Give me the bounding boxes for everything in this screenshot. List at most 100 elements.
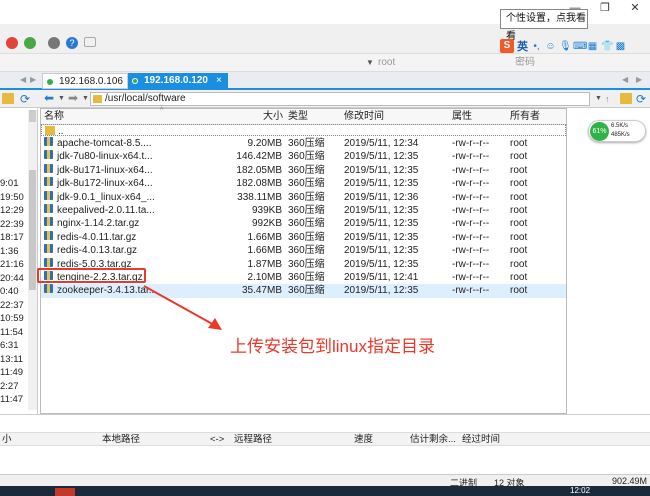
record-icon[interactable] <box>6 37 18 49</box>
table-row[interactable]: jdk-8u171-linux-x64... 182.05MB 360压缩 2019/… <box>41 163 566 177</box>
settings-tooltip: 个性设置，点我看看 <box>500 9 588 42</box>
lock-icon[interactable] <box>48 37 60 49</box>
table-row[interactable]: jdk-8u172-linux-x64... 182.08MB 360压缩 2019/… <box>41 177 566 190</box>
file-owner: root <box>510 258 528 270</box>
close-button[interactable]: ✕ <box>620 0 650 18</box>
tab-scroll-right-right-icon[interactable]: ▶ <box>636 75 642 84</box>
col-size[interactable]: 大小 <box>263 110 283 124</box>
restore-button[interactable]: ❐ <box>590 0 620 18</box>
toolbox-icon[interactable]: ▦ <box>587 41 598 52</box>
col-name[interactable]: 名称 <box>44 110 64 124</box>
taskbar-app-icon[interactable] <box>55 488 75 496</box>
file-owner: root <box>510 178 528 190</box>
file-name: redis-4.0.11.tar.gz <box>57 231 137 243</box>
file-type: 360压缩 <box>288 231 325 243</box>
back-icon[interactable]: ⬅ <box>44 91 54 105</box>
shell-icon[interactable] <box>24 37 36 49</box>
col-type[interactable]: 类型 <box>288 110 308 124</box>
file-name: apache-tomcat-8.5.... <box>57 138 152 149</box>
back-dropdown-icon[interactable]: ▼ <box>58 95 65 102</box>
file-mtime: 2019/5/11, 12:35 <box>344 178 419 190</box>
path-text: /usr/local/software <box>105 93 186 104</box>
file-mtime: 2019/5/11, 12:35 <box>344 151 419 163</box>
file-type: 360压缩 <box>288 205 325 216</box>
file-attr: -rw-r--r-- <box>452 138 490 149</box>
taskbar <box>0 486 650 496</box>
file-name: nginx-1.14.2.tar.gz <box>57 218 140 230</box>
table-row[interactable]: jdk-7u80-linux-x64.t... 146.42MB 360压缩 2019… <box>41 150 566 163</box>
file-size: 1.66MB <box>247 231 282 243</box>
table-row[interactable]: keepalived-2.0.11.ta... 939KB 360压缩 2019/5/… <box>41 204 566 217</box>
tab-label: 192.168.0.106 <box>59 76 123 87</box>
table-row[interactable]: redis-4.0.11.tar.gz 1.66MB 360压缩 2019/5/11,… <box>41 230 566 244</box>
xfer-col-remaining[interactable]: 估计剩余... <box>410 434 456 445</box>
forward-dropdown-icon[interactable]: ▼ <box>82 95 89 102</box>
local-file-time: 20:44 <box>0 272 24 284</box>
microphone-icon[interactable]: 🎙 <box>559 41 572 52</box>
keyboard-icon[interactable]: ⌨ <box>573 41 587 52</box>
file-type: 360压缩 <box>288 164 325 176</box>
xfer-col-remote[interactable]: 远程路径 <box>234 434 272 445</box>
local-file-time: 11:49 <box>0 367 24 378</box>
file-size: 992KB <box>251 218 282 230</box>
user-dropdown-icon[interactable]: ▼ <box>366 58 374 67</box>
file-mtime: 2019/5/11, 12:35 <box>344 218 419 230</box>
tab-scroll-left-right-icon[interactable]: ◀ <box>622 75 628 84</box>
punctuation-icon[interactable]: •, <box>531 41 542 52</box>
refresh-left-icon[interactable]: ⟳ <box>20 92 30 106</box>
tab-session-120[interactable]: 192.168.0.120 × <box>128 73 228 89</box>
up-dir-icon[interactable]: ↑ <box>605 94 610 104</box>
archive-file-icon <box>44 230 53 240</box>
file-size: 146.42MB <box>236 151 282 163</box>
apps-icon[interactable]: ▩ <box>615 41 626 52</box>
right-pane <box>568 108 650 414</box>
local-file-time: 6:31 <box>0 340 19 351</box>
table-row[interactable]: apache-tomcat-8.5.... 9.20MB 360压缩 2019/5/1… <box>41 137 566 150</box>
refresh-icon[interactable]: ⟳ <box>636 92 646 106</box>
table-row[interactable]: nginx-1.14.2.tar.gz 992KB 360压缩 2019/5/11, … <box>41 217 566 230</box>
scrollbar-thumb[interactable] <box>29 170 36 290</box>
file-type: 360压缩 <box>288 272 325 283</box>
ime-language-toggle[interactable]: 英 <box>517 38 528 54</box>
home-folder-icon[interactable] <box>620 93 632 104</box>
xfer-col-size[interactable]: 小 <box>2 434 12 445</box>
emoji-icon[interactable]: ☺ <box>545 41 556 52</box>
skin-icon[interactable]: 👕 <box>601 41 613 52</box>
help-icon[interactable]: ? <box>66 37 78 49</box>
file-attr: -rw-r--r-- <box>452 178 490 190</box>
network-speed-widget[interactable]: 61% 6.5K/s 485K/s <box>588 120 646 142</box>
scrollbar-up-icon[interactable] <box>29 110 36 122</box>
table-row[interactable]: jdk-9.0.1_linux-x64_... 338.11MB 360压缩 2019… <box>41 190 566 204</box>
tab-session-106[interactable]: 192.168.0.106 <box>42 73 128 89</box>
xfer-col-speed[interactable]: 速度 <box>354 434 373 445</box>
table-row[interactable]: zookeeper-3.4.13.tar... 35.47MB 360压缩 2019/… <box>41 284 566 298</box>
archive-file-icon <box>44 137 53 146</box>
folder-icon[interactable] <box>2 93 14 104</box>
col-mtime[interactable]: 修改时间 <box>344 110 384 124</box>
col-owner[interactable]: 所有者 <box>510 110 540 124</box>
forward-icon[interactable]: ➡ <box>68 91 78 105</box>
table-row[interactable]: redis-4.0.13.tar.gz 1.66MB 360压缩 2019/5/11,… <box>41 244 566 257</box>
path-dropdown-icon[interactable]: ▼ <box>595 95 602 102</box>
username-field[interactable]: root <box>378 56 498 70</box>
file-type: 360压缩 <box>288 138 325 149</box>
local-scrollbar[interactable] <box>28 110 37 410</box>
path-input[interactable]: /usr/local/software <box>90 92 590 106</box>
close-tab-icon[interactable]: × <box>216 73 222 88</box>
password-field[interactable]: 密码 <box>515 56 635 70</box>
xfer-col-local[interactable]: 本地路径 <box>102 434 140 445</box>
local-file-time: 19:50 <box>0 191 24 203</box>
tab-scroll-right-icon[interactable]: ▶ <box>30 75 36 84</box>
parent-dir-row[interactable]: .. <box>41 124 566 137</box>
col-attr[interactable]: 属性 <box>452 110 472 124</box>
file-mtime: 2019/5/11, 12:41 <box>344 272 419 283</box>
file-size: 1.87MB <box>247 258 282 270</box>
file-attr: -rw-r--r-- <box>452 285 490 297</box>
file-mtime: 2019/5/11, 12:35 <box>344 258 419 270</box>
sogou-logo-icon[interactable]: S <box>500 39 514 53</box>
file-size: 338.11MB <box>237 191 282 203</box>
tab-scroll-left-icon[interactable]: ◀ <box>20 75 26 84</box>
xfer-col-arrow: <-> <box>210 434 225 445</box>
xfer-col-elapsed[interactable]: 经过时间 <box>462 434 500 445</box>
chat-icon[interactable] <box>84 37 96 47</box>
